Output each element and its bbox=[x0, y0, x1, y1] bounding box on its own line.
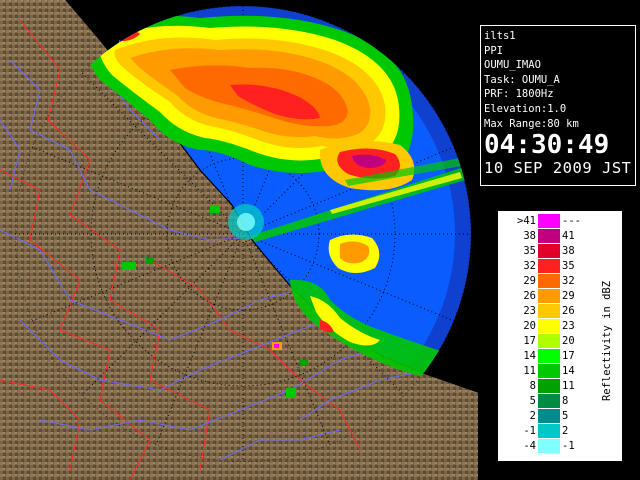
legend-lower-bound: 2 bbox=[529, 410, 536, 422]
observation-time: 04:30:49 bbox=[484, 130, 610, 161]
station-name: ilts1 bbox=[484, 30, 516, 42]
legend-row: 23 26 bbox=[498, 304, 598, 319]
legend-color-swatch bbox=[538, 334, 560, 348]
legend-color-swatch bbox=[538, 424, 560, 438]
legend-lower-bound: 35 bbox=[523, 245, 536, 257]
radar-info-panel: ilts1 PPI OUMU_IMAO Task: OUMU_A PRF: 18… bbox=[480, 25, 636, 186]
legend-row: 20 23 bbox=[498, 319, 598, 334]
legend-upper-bound: 17 bbox=[562, 350, 575, 362]
legend-lower-bound: 23 bbox=[523, 305, 536, 317]
radar-ppi-map[interactable] bbox=[0, 0, 478, 480]
max-range-value: Max Range:80 km bbox=[484, 117, 579, 130]
legend-row: 25 bbox=[498, 409, 598, 424]
legend-row: 29 32 bbox=[498, 274, 598, 289]
legend-row: 14 17 bbox=[498, 349, 598, 364]
legend-upper-bound: 23 bbox=[562, 320, 575, 332]
legend-row: 58 bbox=[498, 394, 598, 409]
legend-lower-bound: 5 bbox=[529, 395, 536, 407]
legend-color-swatch bbox=[538, 304, 560, 318]
legend-upper-bound: 5 bbox=[562, 410, 569, 422]
legend-color-swatch bbox=[538, 289, 560, 303]
legend-row: 17 20 bbox=[498, 334, 598, 349]
legend-color-swatch bbox=[538, 259, 560, 273]
legend-lower-bound: -4 bbox=[523, 440, 536, 452]
legend-color-swatch bbox=[538, 274, 560, 288]
legend-row: >41 --- bbox=[498, 214, 598, 229]
legend-row: 11 14 bbox=[498, 364, 598, 379]
legend-lower-bound: 38 bbox=[523, 230, 536, 242]
legend-lower-bound: >41 bbox=[517, 215, 536, 227]
legend-upper-bound: 20 bbox=[562, 335, 575, 347]
legend-row: 38 41 bbox=[498, 229, 598, 244]
legend-color-swatch bbox=[538, 319, 560, 333]
legend-color-swatch bbox=[538, 364, 560, 378]
radar-svg bbox=[0, 0, 478, 480]
legend-upper-bound: 29 bbox=[562, 290, 575, 302]
legend-upper-bound: 8 bbox=[562, 395, 569, 407]
legend-color-swatch bbox=[538, 244, 560, 258]
legend-unit-text: Reflectivity in dBZ bbox=[601, 280, 613, 402]
legend-row: -1 2 bbox=[498, 424, 598, 439]
reflectivity-legend: >41 --- 38 41 35 38 32 35 29 32 26 29 23 26 20 23 17 20 14… bbox=[497, 210, 623, 462]
legend-lower-bound: 26 bbox=[523, 290, 536, 302]
legend-row: 8 11 bbox=[498, 379, 598, 394]
legend-upper-bound: 26 bbox=[562, 305, 575, 317]
legend-upper-bound: --- bbox=[562, 215, 581, 227]
legend-lower-bound: 17 bbox=[523, 335, 536, 347]
task-name: Task: OUMU_A bbox=[484, 73, 560, 86]
legend-lower-bound: 14 bbox=[523, 350, 536, 362]
legend-lower-bound: 32 bbox=[523, 260, 536, 272]
legend-upper-bound: 14 bbox=[562, 365, 575, 377]
elevation-value: Elevation:1.0 bbox=[484, 102, 567, 115]
legend-lower-bound: 8 bbox=[529, 380, 536, 392]
legend-upper-bound: 2 bbox=[562, 425, 569, 437]
legend-row: 35 38 bbox=[498, 244, 598, 259]
legend-upper-bound: 11 bbox=[562, 380, 575, 392]
legend-color-swatch bbox=[538, 394, 560, 408]
site-name: OUMU_IMAO bbox=[484, 59, 541, 72]
prf-value: PRF: 1800Hz bbox=[484, 88, 554, 101]
legend-upper-bound: 38 bbox=[562, 245, 575, 257]
legend-lower-bound: 20 bbox=[523, 320, 536, 332]
legend-upper-bound: 35 bbox=[562, 260, 575, 272]
legend-row: -4 -1 bbox=[498, 439, 598, 454]
legend-row: 26 29 bbox=[498, 289, 598, 304]
legend-color-swatch bbox=[538, 409, 560, 423]
observation-date: 10 SEP 2009 JST bbox=[484, 159, 632, 178]
legend-color-swatch bbox=[538, 214, 560, 228]
legend-color-swatch bbox=[538, 229, 560, 243]
legend-upper-bound: 41 bbox=[562, 230, 575, 242]
legend-color-swatch bbox=[538, 379, 560, 393]
legend-upper-bound: -1 bbox=[562, 440, 575, 452]
legend-lower-bound: -1 bbox=[523, 425, 536, 437]
legend-color-swatch bbox=[538, 349, 560, 363]
legend-row: 32 35 bbox=[498, 259, 598, 274]
scan-mode: PPI bbox=[484, 44, 503, 57]
legend-color-swatch bbox=[538, 439, 560, 453]
legend-unit-label: Reflectivity in dBZ bbox=[594, 251, 620, 431]
legend-upper-bound: 32 bbox=[562, 275, 575, 287]
legend-lower-bound: 11 bbox=[523, 365, 536, 377]
legend-lower-bound: 29 bbox=[523, 275, 536, 287]
